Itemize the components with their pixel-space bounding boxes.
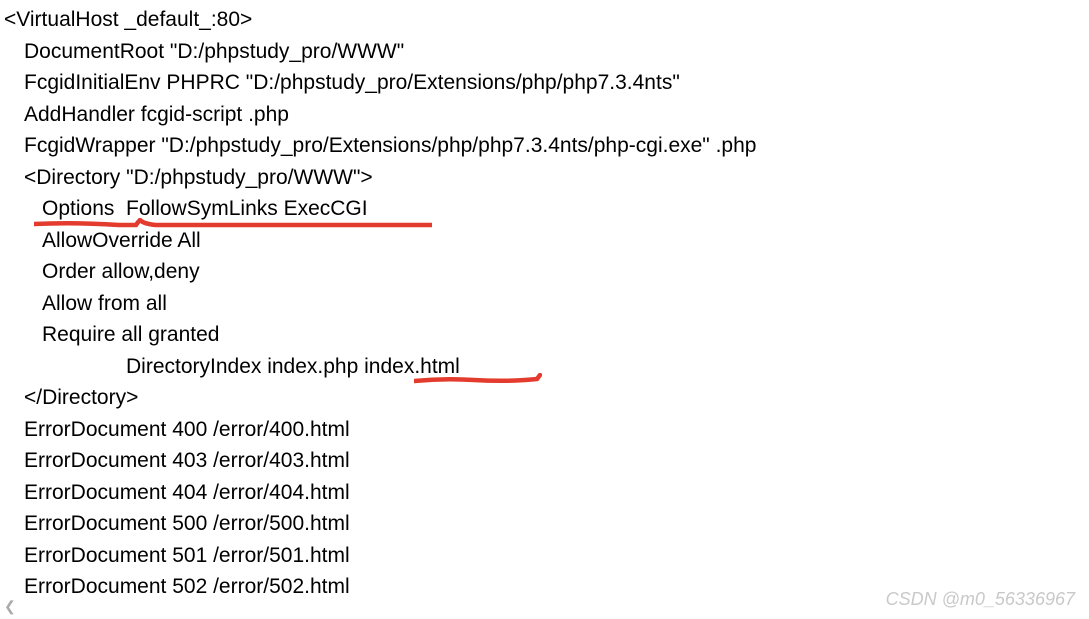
watermark-text: CSDN @m0_56336967	[886, 586, 1075, 613]
config-line-err501: ErrorDocument 501 /error/501.html	[0, 540, 1089, 572]
config-line-allowoverride: AllowOverride All	[0, 225, 1089, 257]
config-line-err403: ErrorDocument 403 /error/403.html	[0, 445, 1089, 477]
config-line-directoryindex: DirectoryIndex index.php index.html	[0, 351, 1089, 383]
config-line-order: Order allow,deny	[0, 256, 1089, 288]
config-line-err404: ErrorDocument 404 /error/404.html	[0, 477, 1089, 509]
config-line-require: Require all granted	[0, 319, 1089, 351]
config-line-options: Options FollowSymLinks ExecCGI	[0, 193, 1089, 225]
config-line-allow: Allow from all	[0, 288, 1089, 320]
config-line-err400: ErrorDocument 400 /error/400.html	[0, 414, 1089, 446]
config-line-directory-close: </Directory>	[0, 382, 1089, 414]
config-line-fcgidwrapper: FcgidWrapper "D:/phpstudy_pro/Extensions…	[0, 130, 1089, 162]
config-line-addhandler: AddHandler fcgid-script .php	[0, 99, 1089, 131]
config-line-directory-open: <Directory "D:/phpstudy_pro/WWW">	[0, 162, 1089, 194]
config-line-documentroot: DocumentRoot "D:/phpstudy_pro/WWW"	[0, 36, 1089, 68]
config-line-err500: ErrorDocument 500 /error/500.html	[0, 508, 1089, 540]
scroll-left-icon[interactable]: ❮	[4, 596, 16, 617]
config-line-virtualhost-open: <VirtualHost _default_:80>	[0, 4, 1089, 36]
config-line-fcgidinitialenv: FcgidInitialEnv PHPRC "D:/phpstudy_pro/E…	[0, 67, 1089, 99]
